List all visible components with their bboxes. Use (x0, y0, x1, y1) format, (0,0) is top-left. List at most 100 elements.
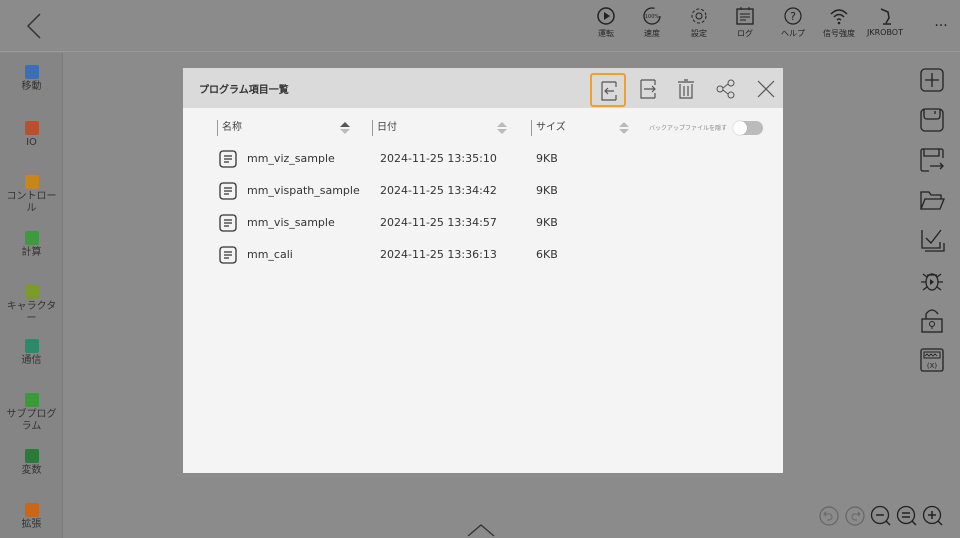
svg-text:(X): (X) (927, 362, 938, 370)
sidebar-label: サブプログラム (6, 409, 57, 432)
folder-icon (920, 191, 945, 210)
file-name: mm_viz_sample (247, 152, 335, 165)
hide-backup-toggle[interactable] (733, 121, 763, 135)
save-as-button[interactable] (918, 146, 946, 174)
play-circle-icon (597, 7, 615, 25)
communication-icon (24, 339, 39, 353)
sort-icon[interactable] (618, 121, 630, 135)
file-date: 2024-11-25 13:35:10 (380, 152, 497, 165)
svg-text:?: ? (790, 10, 796, 23)
column-header-date[interactable]: 日付 (372, 120, 397, 136)
sidebar-item-calc[interactable]: 計算 (0, 231, 63, 259)
back-chevron-icon[interactable] (20, 10, 50, 42)
zoom-fit-icon[interactable] (896, 505, 918, 527)
file-date: 2024-11-25 13:36:13 (380, 248, 497, 261)
sidebar-label: 変数 (21, 465, 42, 476)
sidebar-item-io[interactable]: IO (0, 121, 63, 149)
zoom-out-icon[interactable] (870, 505, 892, 527)
robot-button[interactable]: JKROBOT (862, 6, 908, 37)
export-button[interactable] (631, 73, 667, 107)
sidebar-item-character[interactable]: キャラクター (0, 285, 63, 325)
file-icon (219, 214, 237, 232)
close-icon (757, 80, 775, 98)
save-button[interactable] (918, 106, 946, 134)
io-icon (24, 121, 39, 135)
file-size: 9KB (536, 216, 558, 229)
save-as-icon (920, 148, 944, 172)
file-size: 9KB (536, 184, 558, 197)
speed-button[interactable]: 100% 速度 (629, 6, 675, 39)
help-label: ヘルプ (781, 29, 805, 38)
check-button[interactable] (918, 226, 946, 254)
debug-button[interactable] (918, 266, 946, 294)
sidebar-label: キャラクター (6, 301, 57, 324)
file-row[interactable]: mm_viz_sample 2024-11-25 13:35:10 9KB (218, 148, 718, 170)
file-row[interactable]: mm_vis_sample 2024-11-25 13:34:57 9KB (218, 212, 718, 234)
redo-icon[interactable] (844, 505, 866, 527)
import-button[interactable] (590, 73, 626, 107)
debug-bug-icon (921, 273, 943, 291)
hide-backup-label: バックアップファイルを隠す (649, 125, 728, 132)
svg-text:100%: 100% (645, 14, 660, 20)
file-icon (219, 246, 237, 264)
zoom-in-icon[interactable] (922, 505, 944, 527)
delete-button[interactable] (669, 73, 705, 107)
sidebar-label: IO (26, 137, 37, 148)
run-button[interactable]: 運転 (583, 6, 629, 39)
dialog-header: プログラム項目一覧 (183, 68, 783, 108)
file-name: mm_vispath_sample (247, 184, 360, 197)
plus-box-icon (920, 68, 944, 92)
trash-icon (678, 79, 694, 99)
expand-up-chevron-icon[interactable] (466, 522, 496, 538)
log-button[interactable]: ログ (722, 6, 768, 39)
sidebar-item-extension[interactable]: 拡張 (0, 503, 63, 531)
sidebar-item-subprogram[interactable]: サブプログラム (0, 393, 63, 433)
settings-label: 設定 (691, 29, 707, 38)
file-row[interactable]: mm_vispath_sample 2024-11-25 13:34:42 9KB (218, 180, 718, 202)
share-icon (716, 79, 735, 99)
column-header-name[interactable]: 名称 (217, 120, 242, 136)
sidebar: 移動 IO コントロール 計算 キャラクター 通信 サブプログラム 変数 拡張 (0, 53, 63, 538)
help-icon: ? (784, 7, 802, 25)
new-program-button[interactable] (918, 66, 946, 94)
file-size: 9KB (536, 152, 558, 165)
signal-button[interactable]: 信号強度 (816, 6, 862, 39)
lock-button[interactable] (918, 306, 946, 334)
sidebar-item-variable[interactable]: 変数 (0, 449, 63, 477)
variable-monitor-button[interactable]: (X) (918, 346, 946, 374)
file-date: 2024-11-25 13:34:57 (380, 216, 497, 229)
undo-icon[interactable] (818, 505, 840, 527)
sort-icon[interactable] (496, 121, 508, 135)
file-size: 6KB (536, 248, 558, 261)
sidebar-label: 計算 (21, 247, 42, 258)
signal-label: 信号強度 (823, 29, 855, 38)
share-button[interactable] (709, 73, 745, 107)
save-icon (920, 108, 944, 132)
sidebar-item-move[interactable]: 移動 (0, 65, 63, 93)
robot-label: JKROBOT (867, 28, 903, 37)
variable-icon (24, 449, 39, 463)
run-label: 運転 (598, 29, 614, 38)
sort-icon[interactable] (339, 121, 351, 135)
more-button[interactable]: ... (918, 14, 960, 30)
close-button[interactable] (749, 73, 785, 107)
move-icon (24, 65, 39, 79)
help-button[interactable]: ? ヘルプ (770, 6, 816, 39)
settings-button[interactable]: 設定 (676, 6, 722, 39)
column-header-size[interactable]: サイズ (531, 120, 566, 136)
robot-arm-icon (880, 8, 891, 25)
export-icon (640, 79, 656, 99)
sidebar-item-comm[interactable]: 通信 (0, 339, 63, 367)
wifi-icon (830, 9, 848, 25)
log-label: ログ (737, 29, 753, 38)
file-name: mm_vis_sample (247, 216, 335, 229)
sidebar-item-control[interactable]: コントロール (0, 175, 63, 215)
dialog-title: プログラム項目一覧 (199, 85, 289, 96)
extension-icon (24, 503, 39, 517)
program-list-dialog: プログラム項目一覧 名称 日付 サイズ バックアップファイルを隠す mm_viz… (183, 68, 783, 473)
sidebar-label: 拡張 (21, 519, 42, 530)
speed-gauge-icon: 100% (643, 7, 661, 25)
open-folder-button[interactable] (918, 186, 946, 214)
file-row[interactable]: mm_cali 2024-11-25 13:36:13 6KB (218, 244, 718, 266)
log-icon (736, 7, 754, 25)
